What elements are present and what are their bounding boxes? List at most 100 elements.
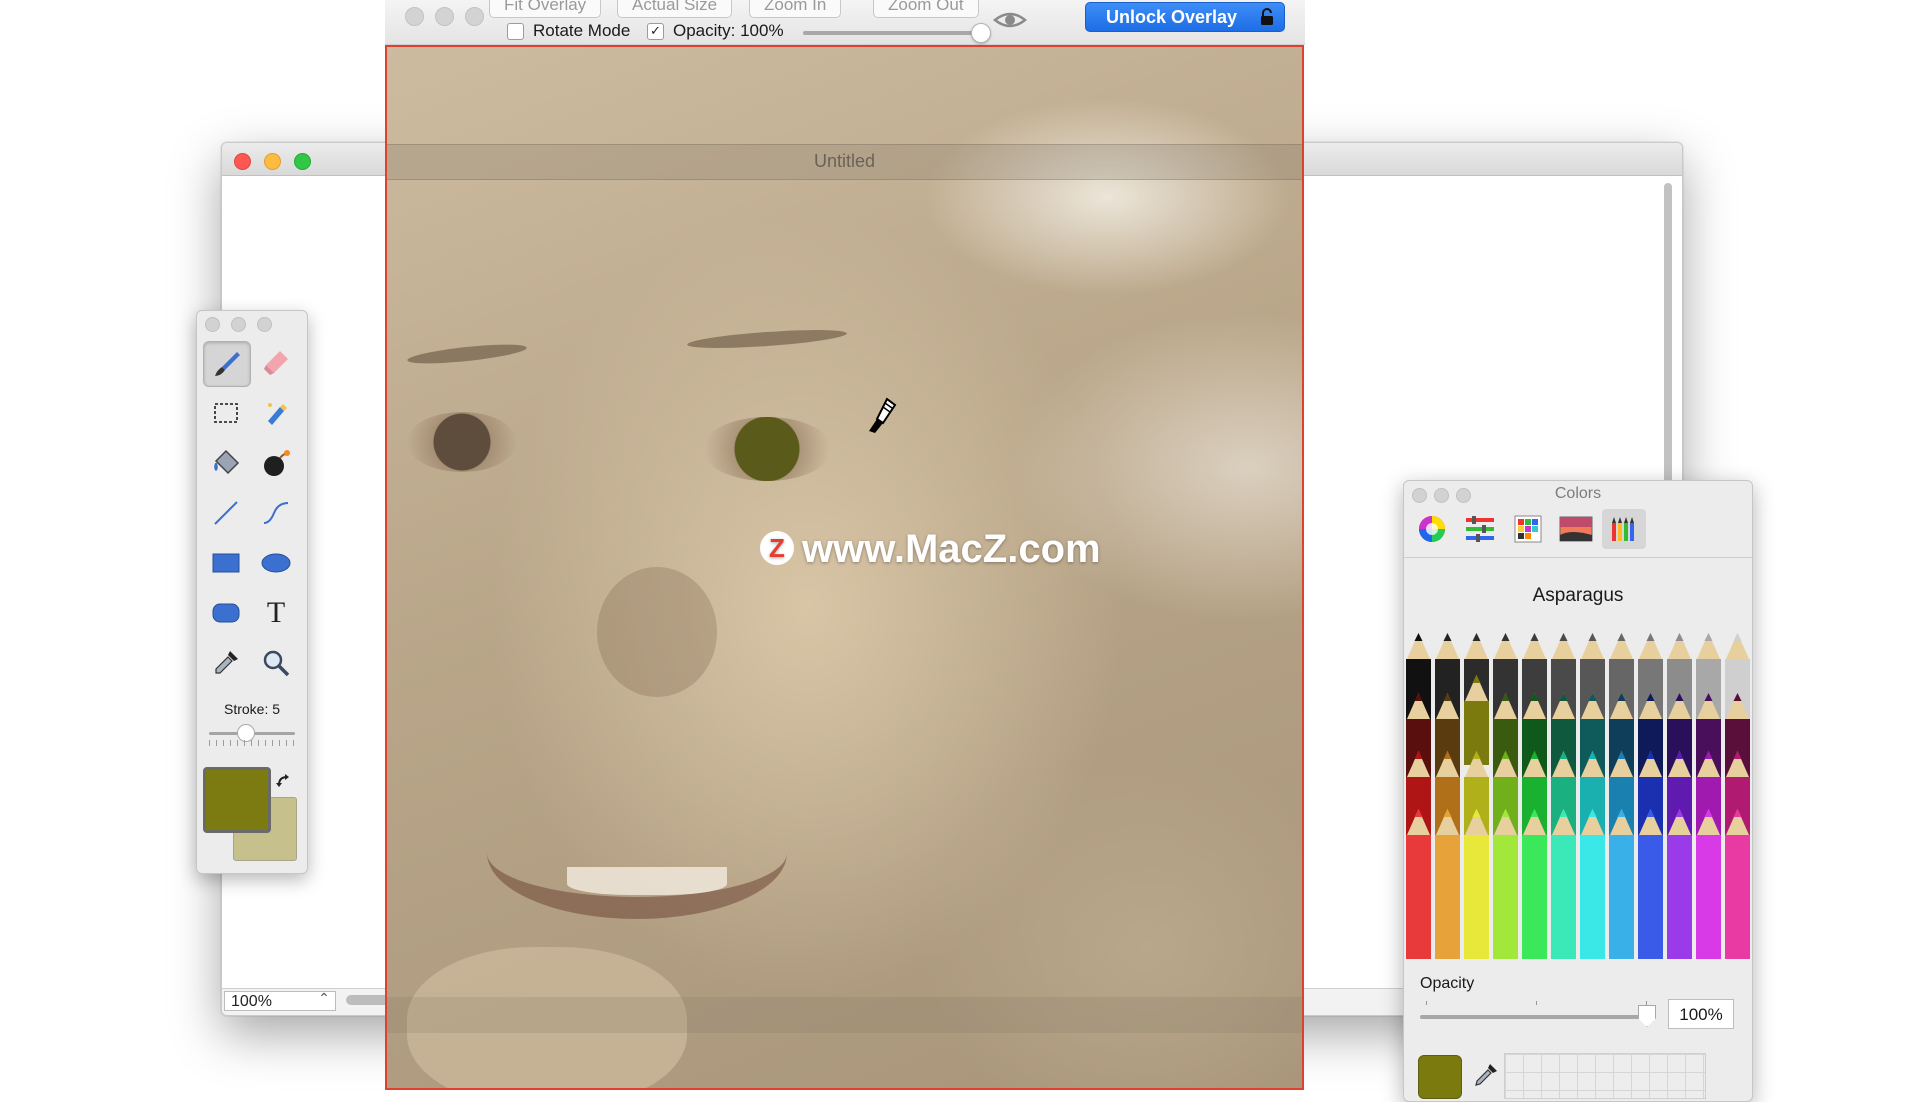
eyedropper-tool[interactable]: [203, 641, 249, 685]
opacity-value-field[interactable]: 100%: [1668, 999, 1734, 1029]
overlay-image[interactable]: Untitled Z www.MacZ.com: [385, 45, 1304, 1090]
pencil[interactable]: [1522, 809, 1547, 959]
teeth: [567, 867, 727, 895]
overlay-toolbar: Fit Overlay Actual Size Zoom In Zoom Out…: [385, 0, 1305, 45]
opacity-slider-ticks: [1426, 1001, 1647, 1005]
pencil[interactable]: [1551, 809, 1576, 959]
curve-tool[interactable]: [253, 491, 299, 535]
opacity-slider-track[interactable]: [1420, 1015, 1652, 1019]
colors-header-separator: [1404, 557, 1752, 558]
tab-color-palettes[interactable]: [1506, 509, 1550, 549]
favorite-swatches-grid[interactable]: [1504, 1053, 1706, 1099]
underlying-document-title: Untitled: [813, 151, 876, 171]
pencil[interactable]: [1725, 809, 1750, 959]
zoom-stepper-icon[interactable]: ⌃: [314, 989, 334, 1008]
current-color-swatch[interactable]: [1418, 1055, 1462, 1099]
bomb-tool[interactable]: [253, 441, 299, 485]
pencil[interactable]: [1638, 809, 1663, 959]
tools-minimize-button[interactable]: [231, 317, 246, 332]
rounded-rect-tool[interactable]: [203, 591, 249, 635]
pencil[interactable]: [1609, 809, 1634, 959]
colors-panel: Colors Asparagus Opacity 100%: [1403, 480, 1753, 1102]
stroke-label: Stroke: 5: [223, 701, 281, 717]
pencil-grid[interactable]: [1404, 629, 1752, 959]
overlay-minimize-button[interactable]: [435, 7, 454, 26]
rectangle-icon: [212, 553, 240, 573]
tab-color-wheel[interactable]: [1410, 509, 1454, 549]
pencil[interactable]: [1435, 809, 1460, 959]
bomb-icon: [264, 450, 290, 476]
magic-wand-icon: [268, 403, 287, 425]
nose-shadow: [597, 567, 717, 697]
eye-icon[interactable]: [993, 8, 1027, 32]
swap-colors-icon[interactable]: [275, 773, 295, 793]
line-tool[interactable]: [203, 491, 249, 535]
magic-wand-tool[interactable]: [253, 391, 299, 435]
rectangle-tool[interactable]: [203, 541, 249, 585]
line-icon: [214, 501, 238, 525]
curve-icon: [263, 502, 289, 524]
pencils-icon: [1612, 517, 1634, 541]
brush-tool[interactable]: [203, 341, 251, 387]
opacity-checkbox[interactable]: ✓: [647, 23, 664, 40]
unlock-overlay-label: Unlock Overlay: [1106, 7, 1238, 27]
pencil[interactable]: [1493, 809, 1518, 959]
watermark-logo: Z: [760, 531, 794, 565]
rotate-mode-label: Rotate Mode: [533, 21, 631, 40]
opacity-slider-thumb[interactable]: [971, 23, 991, 43]
unlock-overlay-button[interactable]: Unlock Overlay: [1085, 2, 1285, 32]
eraser-tool[interactable]: [253, 341, 299, 385]
zoom-out-button[interactable]: Zoom Out: [873, 0, 979, 18]
pencil[interactable]: [1406, 809, 1431, 959]
magnifier-icon: [263, 650, 290, 677]
paint-bucket-icon: [214, 449, 240, 475]
color-palettes-icon: [1514, 515, 1542, 543]
mouth: [487, 787, 787, 919]
marquee-select-tool[interactable]: [203, 391, 249, 435]
right-eyebrow: [686, 326, 848, 352]
image-palettes-icon: [1559, 516, 1593, 542]
zoom-level-value: 100%: [231, 993, 272, 1010]
watermark-text: www.MacZ.com: [802, 527, 1101, 571]
colors-panel-title: Colors: [1554, 485, 1602, 502]
stroke-slider-ticks: [209, 740, 295, 746]
zoom-in-button[interactable]: Zoom In: [749, 0, 842, 18]
overlay-zoom-button[interactable]: [465, 7, 484, 26]
watermark: Z www.MacZ.com: [760, 527, 1101, 572]
tab-pencils[interactable]: [1602, 509, 1646, 549]
rotate-mode-checkbox[interactable]: [507, 23, 524, 40]
opacity-slider-track[interactable]: [803, 31, 983, 35]
foreground-color-swatch[interactable]: [203, 767, 271, 833]
pencil[interactable]: [1667, 809, 1692, 959]
right-eye-painted: [702, 417, 832, 481]
marquee-icon: [214, 403, 238, 423]
eyedropper-icon[interactable]: [1472, 1061, 1500, 1089]
tools-close-button[interactable]: [205, 317, 220, 332]
opacity-label: Opacity: 100%: [673, 21, 784, 40]
underlying-statusbar-shade: [387, 997, 1302, 1033]
opacity-slider-thumb[interactable]: [1638, 1005, 1656, 1027]
brush-icon: [215, 352, 240, 376]
actual-size-button[interactable]: Actual Size: [617, 0, 733, 18]
text-tool[interactable]: T: [253, 591, 299, 635]
lock-icon: [1261, 8, 1273, 25]
rounded-rect-icon: [212, 603, 240, 623]
opacity-label: Opacity: [1420, 975, 1475, 992]
pencil[interactable]: [1696, 809, 1721, 959]
pencil[interactable]: [1464, 809, 1489, 959]
zoom-tool[interactable]: [253, 641, 299, 685]
tab-color-sliders[interactable]: [1458, 509, 1502, 549]
tools-palette: T Stroke: 5: [196, 310, 308, 874]
pencil[interactable]: [1580, 809, 1605, 959]
color-sliders-icon: [1466, 516, 1494, 542]
color-wheel-icon: [1419, 516, 1445, 542]
paint-bucket-tool[interactable]: [203, 441, 249, 485]
eraser-icon: [264, 351, 288, 375]
ellipse-tool[interactable]: [253, 541, 299, 585]
selected-color-name: Asparagus: [1532, 585, 1624, 606]
tools-zoom-button[interactable]: [257, 317, 272, 332]
tab-image-palettes[interactable]: [1554, 509, 1598, 549]
overlay-close-button[interactable]: [405, 7, 424, 26]
left-eye: [407, 412, 517, 472]
fit-overlay-button[interactable]: Fit Overlay: [489, 0, 602, 18]
